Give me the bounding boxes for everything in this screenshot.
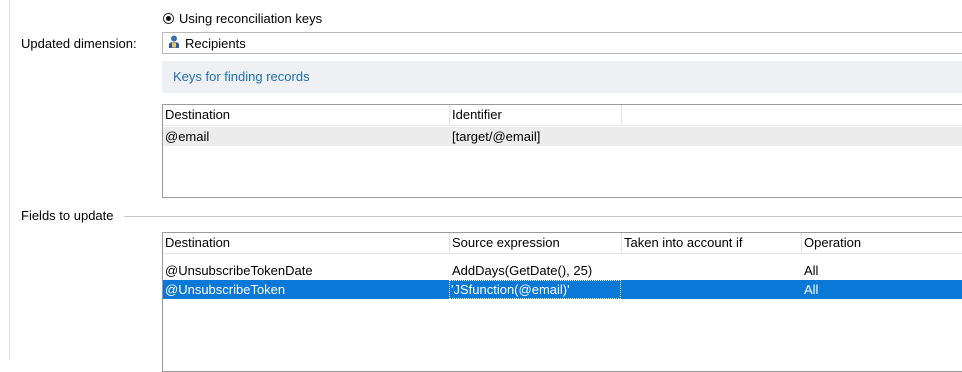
column-header-destination[interactable]: Destination <box>163 233 450 253</box>
keys-table[interactable]: Destination Identifier @email [target/@e… <box>162 104 962 198</box>
keys-for-finding-records-link[interactable]: Keys for finding records <box>173 69 310 84</box>
column-header-destination[interactable]: Destination <box>163 105 450 125</box>
cell-identifier: [target/@email] <box>452 129 541 144</box>
table-row[interactable]: @email [target/@email] <box>163 127 962 146</box>
column-header-identifier[interactable]: Identifier <box>450 105 622 125</box>
cell-operation: All <box>804 282 819 297</box>
radio-label: Using reconciliation keys <box>179 10 323 26</box>
cell-destination: @UnsubscribeTokenDate <box>165 263 313 278</box>
column-header-operation[interactable]: Operation <box>802 233 962 253</box>
fields-table[interactable]: Destination Source expression Taken into… <box>162 232 962 372</box>
fields-table-header: Destination Source expression Taken into… <box>163 233 962 254</box>
column-header-source-expression[interactable]: Source expression <box>450 233 622 253</box>
table-row-selected[interactable]: @UnsubscribeToken 'JSfunction(@email)' A… <box>163 280 962 299</box>
reconciliation-keys-option[interactable]: Using reconciliation keys <box>163 9 322 27</box>
cell-operation: All <box>804 263 819 278</box>
updated-dimension-field[interactable]: Recipients <box>162 32 962 54</box>
updated-dimension-label: Updated dimension: <box>21 36 137 51</box>
cell-destination: @UnsubscribeToken <box>165 282 286 297</box>
column-header-taken-into-account-if[interactable]: Taken into account if <box>622 233 802 253</box>
radio-button[interactable] <box>163 12 174 24</box>
keys-table-header: Destination Identifier <box>163 105 962 126</box>
table-row[interactable]: @UnsubscribeTokenDate AddDays(GetDate(),… <box>163 261 962 280</box>
fields-to-update-title: Fields to update <box>21 208 114 223</box>
cell-source-expression[interactable]: 'JSfunction(@email)' <box>449 280 621 299</box>
dimension-value: Recipients <box>185 35 246 51</box>
cell-condition <box>622 261 624 280</box>
left-border <box>9 0 10 360</box>
person-icon <box>168 35 180 52</box>
cell-condition <box>622 280 624 299</box>
cell-destination: @email <box>165 129 210 144</box>
section-divider <box>124 216 962 217</box>
cell-source-expression: AddDays(GetDate(), 25) <box>452 263 593 278</box>
